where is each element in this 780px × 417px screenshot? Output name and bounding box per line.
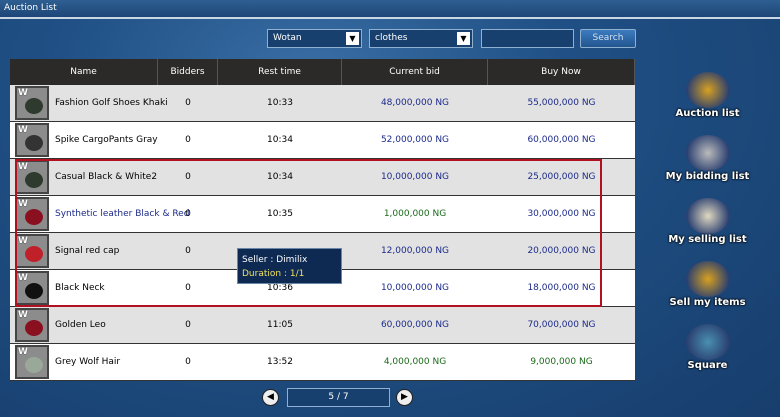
next-page-icon[interactable]: ▶ xyxy=(396,389,413,406)
item-rest-time: 13:52 xyxy=(267,357,293,367)
item-name[interactable]: Golden Leo xyxy=(55,320,158,330)
table-row[interactable]: W Synthetic leather Black & Red 0 10:35 … xyxy=(10,196,635,233)
item-bidders: 0 xyxy=(185,98,191,108)
server-select[interactable]: Wotan ▼ xyxy=(267,29,362,48)
search-button[interactable]: Search xyxy=(580,29,636,48)
tooltip-seller: Seller : Dimilix xyxy=(242,255,308,265)
item-buy-now: 18,000,000 NG xyxy=(527,283,596,293)
table-row[interactable]: W Casual Black & White2 0 10:34 10,000,0… xyxy=(10,159,635,196)
item-icon-cell: W xyxy=(10,234,55,268)
sidebar-label: My selling list xyxy=(668,234,747,245)
shoes-icon: W xyxy=(15,86,49,120)
cart-icon xyxy=(685,135,730,171)
item-buy-now: 60,000,000 NG xyxy=(527,135,596,145)
auction-table: Name Bidders Rest time Current bid Buy N… xyxy=(10,59,635,381)
item-current-bid: 48,000,000 NG xyxy=(380,98,450,108)
sidebar-label: Square xyxy=(687,360,728,371)
header-current-bid[interactable]: Current bid xyxy=(342,59,488,85)
item-buy-now: 70,000,000 NG xyxy=(527,320,596,330)
sell-icon xyxy=(685,261,730,297)
sidebar-label: Auction list xyxy=(675,108,740,119)
clipboard-icon xyxy=(685,198,730,234)
header-rest-time[interactable]: Rest time xyxy=(218,59,342,85)
item-buy-now: 30,000,000 NG xyxy=(527,209,596,219)
pants-icon: W xyxy=(15,123,49,157)
sidebar-item-auction-list[interactable]: Auction list xyxy=(660,72,755,119)
item-bidders: 0 xyxy=(185,209,191,219)
glove-icon: W xyxy=(15,308,49,342)
item-name[interactable]: Signal red cap xyxy=(55,246,158,256)
item-current-bid: 52,000,000 NG xyxy=(380,135,450,145)
neck-icon: W xyxy=(15,271,49,305)
sidebar-label: Sell my items xyxy=(669,297,746,308)
item-icon-cell: W xyxy=(10,86,55,120)
shoes-icon: W xyxy=(15,160,49,194)
building-icon xyxy=(685,324,730,360)
item-current-bid: 10,000,000 NG xyxy=(380,283,450,293)
item-rest-time: 10:34 xyxy=(267,172,293,182)
item-icon-cell: W xyxy=(10,271,55,305)
auction-window: Auction List Wotan ▼ clothes ▼ Search Name… xyxy=(0,0,780,417)
item-icon-cell: W xyxy=(10,160,55,194)
sidebar-item-my-bidding-list[interactable]: My bidding list xyxy=(660,135,755,182)
item-buy-now: 20,000,000 NG xyxy=(527,246,596,256)
item-icon-cell: W xyxy=(10,123,55,157)
item-buy-now: 9,000,000 NG xyxy=(530,357,593,367)
item-rest-time: 10:36 xyxy=(267,283,293,293)
item-bidders: 0 xyxy=(185,135,191,145)
item-current-bid: 60,000,000 NG xyxy=(380,320,450,330)
item-bidders: 0 xyxy=(185,246,191,256)
search-input[interactable] xyxy=(481,29,574,48)
item-bidders: 0 xyxy=(185,320,191,330)
item-name[interactable]: Fashion Golf Shoes Khaki xyxy=(55,98,168,108)
page-indicator: 5 / 7 xyxy=(287,388,390,407)
item-name[interactable]: Grey Wolf Hair xyxy=(55,357,158,367)
table-row[interactable]: W Grey Wolf Hair 0 13:52 4,000,000 NG 9,… xyxy=(10,344,635,381)
item-icon-cell: W xyxy=(10,345,55,379)
header-name[interactable]: Name xyxy=(10,59,158,85)
header-bidders[interactable]: Bidders xyxy=(158,59,218,85)
table-header: Name Bidders Rest time Current bid Buy N… xyxy=(10,59,635,85)
item-bidders: 0 xyxy=(185,283,191,293)
hair-icon: W xyxy=(15,345,49,379)
sidebar-item-my-selling-list[interactable]: My selling list xyxy=(660,198,755,245)
item-current-bid: 4,000,000 NG xyxy=(383,357,447,367)
dropdown-arrow-icon[interactable]: ▼ xyxy=(457,32,470,45)
item-rest-time: 10:33 xyxy=(267,98,293,108)
item-name[interactable]: Spike CargoPants Gray xyxy=(55,135,158,145)
sidebar-item-sell-my-items[interactable]: Sell my items xyxy=(660,261,755,308)
prev-page-icon[interactable]: ◀ xyxy=(262,389,279,406)
item-tooltip: Seller : Dimilix Duration : 1/1 xyxy=(237,248,342,284)
item-name[interactable]: Synthetic leather Black & Red xyxy=(55,209,189,219)
item-rest-time: 11:05 xyxy=(267,320,293,330)
server-value: Wotan xyxy=(273,33,302,43)
auction-icon xyxy=(685,72,730,108)
table-row[interactable]: W Golden Leo 0 11:05 60,000,000 NG 70,00… xyxy=(10,307,635,344)
item-name[interactable]: Black Neck xyxy=(55,283,158,293)
header-buy-now[interactable]: Buy Now xyxy=(488,59,635,85)
item-icon-cell: W xyxy=(10,197,55,231)
item-buy-now: 25,000,000 NG xyxy=(527,172,596,182)
item-current-bid: 10,000,000 NG xyxy=(380,172,450,182)
sidebar-label: My bidding list xyxy=(665,171,750,182)
table-row[interactable]: W Fashion Golf Shoes Khaki 0 10:33 48,00… xyxy=(10,85,635,122)
window-title: Auction List xyxy=(0,0,780,19)
category-value: clothes xyxy=(375,33,408,43)
item-current-bid: 1,000,000 NG xyxy=(383,209,447,219)
item-icon-cell: W xyxy=(10,308,55,342)
dropdown-arrow-icon[interactable]: ▼ xyxy=(346,32,359,45)
item-bidders: 0 xyxy=(185,172,191,182)
sidebar-item-square[interactable]: Square xyxy=(660,324,755,371)
item-buy-now: 55,000,000 NG xyxy=(527,98,596,108)
item-current-bid: 12,000,000 NG xyxy=(380,246,450,256)
glove-icon: W xyxy=(15,197,49,231)
item-bidders: 0 xyxy=(185,357,191,367)
tooltip-duration: Duration : 1/1 xyxy=(242,269,305,279)
category-select[interactable]: clothes ▼ xyxy=(369,29,473,48)
cap-icon: W xyxy=(15,234,49,268)
item-rest-time: 10:34 xyxy=(267,135,293,145)
table-row[interactable]: W Spike CargoPants Gray 0 10:34 52,000,0… xyxy=(10,122,635,159)
item-rest-time: 10:35 xyxy=(267,209,293,219)
item-name[interactable]: Casual Black & White2 xyxy=(55,172,158,182)
